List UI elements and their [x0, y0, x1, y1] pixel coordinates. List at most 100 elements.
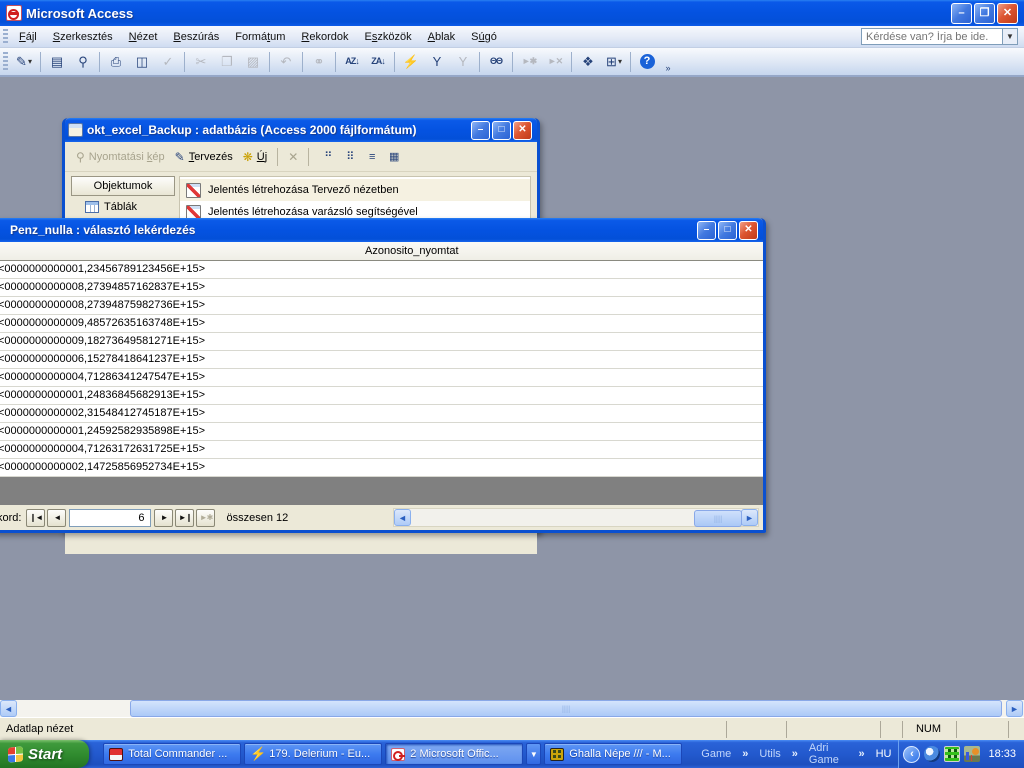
toolbar-apply-filter-button[interactable]: Y — [451, 50, 475, 73]
menu-sugo[interactable]: Súgó — [463, 28, 505, 46]
query-row[interactable]: <0000000000008,27394875982736E+15> — [0, 297, 763, 315]
first-record-button[interactable]: ❙◄ — [26, 509, 45, 527]
last-record-button[interactable]: ►❙ — [175, 509, 194, 527]
query-window-titlebar[interactable]: Penz_nulla : választó lekérdezés – □ ✕ — [0, 218, 763, 242]
db-minimize-button[interactable]: – — [471, 121, 490, 140]
query-row[interactable]: <0000000000004,71263172631725E+15> — [0, 441, 763, 459]
taskbar-toolbar-game[interactable]: Game — [698, 748, 734, 760]
toolbar-file-search-button[interactable]: ⚲ — [71, 50, 95, 73]
toolbar-chevron-icon[interactable]: » — [854, 748, 868, 760]
language-indicator[interactable]: HU — [869, 748, 899, 760]
task-group-dropdown-button[interactable]: ▼ — [526, 743, 541, 765]
start-button[interactable]: Start — [0, 740, 89, 768]
new-record-button[interactable]: ►✱ — [196, 509, 215, 527]
query-minimize-button[interactable]: – — [697, 221, 716, 240]
menu-formatum[interactable]: Formátum — [227, 28, 293, 46]
toolbar-save-button[interactable]: ▤ — [45, 50, 69, 73]
query-close-button[interactable]: ✕ — [739, 221, 758, 240]
toolbar-new-object-button[interactable]: ⊞▾ — [602, 50, 626, 73]
scroll-left-icon[interactable]: ◄ — [0, 700, 17, 717]
toolbar-undo-button[interactable]: ↶ — [274, 50, 298, 73]
small-icons-button[interactable]: ⠿ — [340, 147, 360, 166]
toolbar-print-button[interactable]: ⎙ — [104, 50, 128, 73]
db-close-button[interactable]: ✕ — [513, 121, 532, 140]
menu-beszuras[interactable]: Beszúrás — [165, 28, 227, 46]
help-search-caret-icon[interactable]: ▼ — [1003, 28, 1018, 45]
toolbar-copy-button[interactable]: ❐ — [215, 50, 239, 73]
toolbar-delete-record-button[interactable]: ►✕ — [543, 50, 567, 73]
list-view-button[interactable]: ≡ — [362, 147, 382, 166]
scroll-right-icon[interactable]: ► — [1006, 700, 1023, 717]
query-row[interactable]: <0000000000001,24836845682913E+15> — [0, 387, 763, 405]
toolbar-new-record-button[interactable]: ►✱ — [517, 50, 541, 73]
query-row[interactable]: <0000000000004,71286341247547E+15> — [0, 369, 763, 387]
query-window[interactable]: Penz_nulla : választó lekérdezés – □ ✕ A… — [0, 218, 766, 533]
column-header[interactable]: Azonosito_nyomtat — [0, 242, 763, 261]
db-list-item[interactable]: Jelentés létrehozása Tervező nézetben — [180, 179, 530, 201]
menu-rekordok[interactable]: Rekordok — [293, 28, 356, 46]
toolbar-chevron-icon[interactable]: » — [738, 748, 752, 760]
query-row[interactable]: <0000000000009,18273649581271E+15> — [0, 333, 763, 351]
toolbar-options-chevron[interactable]: » — [662, 50, 674, 73]
toolbar-insert-hyperlink-button[interactable]: ⚭ — [307, 50, 331, 73]
scrollbar-thumb[interactable] — [694, 510, 742, 527]
toolbar-spelling-button[interactable]: ✓ — [156, 50, 180, 73]
menu-fajl[interactable]: Fájl — [11, 28, 45, 46]
design-button[interactable]: ✎ Tervezés — [170, 149, 238, 165]
toolbar-grip[interactable] — [3, 52, 8, 71]
objects-item-tables[interactable]: Táblák — [71, 196, 175, 217]
workspace-horizontal-scrollbar[interactable]: ◄ ► — [0, 700, 1024, 717]
user-chart-tray-icon[interactable] — [964, 746, 980, 762]
delete-button[interactable]: ✕ — [283, 149, 303, 165]
taskbar-task-total-commander[interactable]: Total Commander ... — [103, 743, 241, 765]
toolbar-paste-button[interactable]: ▨ — [241, 50, 265, 73]
previous-record-button[interactable]: ◄ — [47, 509, 66, 527]
query-row[interactable]: <0000000000009,48572635163748E+15> — [0, 315, 763, 333]
hide-tray-icons-button[interactable]: ‹ — [903, 746, 920, 763]
objects-header-button[interactable]: Objektumok — [71, 176, 175, 196]
new-button[interactable]: ❋ Új — [238, 149, 272, 165]
taskbar-toolbar-adri-game[interactable]: Adri Game — [806, 742, 851, 766]
toolbar-filter-by-form-button[interactable]: Y — [425, 50, 449, 73]
minimize-button[interactable]: – — [951, 3, 972, 24]
taskbar-task-ghalla-nepe[interactable]: Ghalla Népe /// - M... — [544, 743, 682, 765]
print-preview-button[interactable]: ⚲ Nyomtatási kép — [71, 149, 170, 165]
toolbar-cut-button[interactable]: ✂ — [189, 50, 213, 73]
media-player-tray-icon[interactable] — [924, 746, 940, 762]
query-maximize-button[interactable]: □ — [718, 221, 737, 240]
next-record-button[interactable]: ► — [154, 509, 173, 527]
query-row[interactable]: <0000000000001,23456789123456E+15> — [0, 261, 763, 279]
toolbar-chevron-icon[interactable]: » — [788, 748, 802, 760]
menu-ablak[interactable]: Ablak — [420, 28, 464, 46]
mosaic-tray-icon[interactable] — [944, 746, 960, 762]
toolbar-find-button[interactable]: ΘΘ — [484, 50, 508, 73]
toolbar-print-preview-button[interactable]: ◫ — [130, 50, 154, 73]
toolbar-help-button[interactable]: ? — [635, 50, 659, 73]
query-row[interactable]: <0000000000001,24592582935898E+15> — [0, 423, 763, 441]
help-search-input[interactable] — [861, 28, 1003, 45]
current-record-input[interactable] — [69, 509, 151, 527]
query-row[interactable]: <0000000000002,14725856952734E+15> — [0, 459, 763, 477]
query-row[interactable]: <0000000000006,15278418641237E+15> — [0, 351, 763, 369]
menu-szerkesztes[interactable]: Szerkesztés — [45, 28, 121, 46]
toolbar-database-window-button[interactable]: ❖ — [576, 50, 600, 73]
toolbar-sort-ascending-button[interactable]: AZ↓ — [340, 50, 364, 73]
taskbar-task-delerium[interactable]: 179. Delerium - Eu... — [244, 743, 382, 765]
taskbar-task-microsoft-office[interactable]: 2 Microsoft Offic... — [385, 743, 523, 765]
toolbar-sort-descending-button[interactable]: ZA↓ — [366, 50, 390, 73]
large-icons-button[interactable]: ⠛ — [318, 147, 338, 166]
toolbar-filter-by-selection-button[interactable]: ⚡ — [399, 50, 423, 73]
details-view-button[interactable]: ▦ — [384, 147, 404, 166]
query-horizontal-scrollbar[interactable]: ◄ ► — [393, 508, 759, 527]
database-window-titlebar[interactable]: okt_excel_Backup : adatbázis (Access 200… — [65, 118, 537, 142]
toolbar-view-design-button[interactable]: ✎▾ — [12, 50, 36, 73]
scroll-left-icon[interactable]: ◄ — [394, 509, 411, 526]
scroll-right-icon[interactable]: ► — [741, 509, 758, 526]
query-row[interactable]: <0000000000002,31548412745187E+15> — [0, 405, 763, 423]
scrollbar-thumb[interactable] — [130, 700, 1002, 717]
db-maximize-button[interactable]: □ — [492, 121, 511, 140]
menu-eszkozok[interactable]: Eszközök — [357, 28, 420, 46]
menu-nezet[interactable]: Nézet — [121, 28, 166, 46]
menubar-grip[interactable] — [3, 29, 8, 44]
restore-button[interactable]: ❐ — [974, 3, 995, 24]
